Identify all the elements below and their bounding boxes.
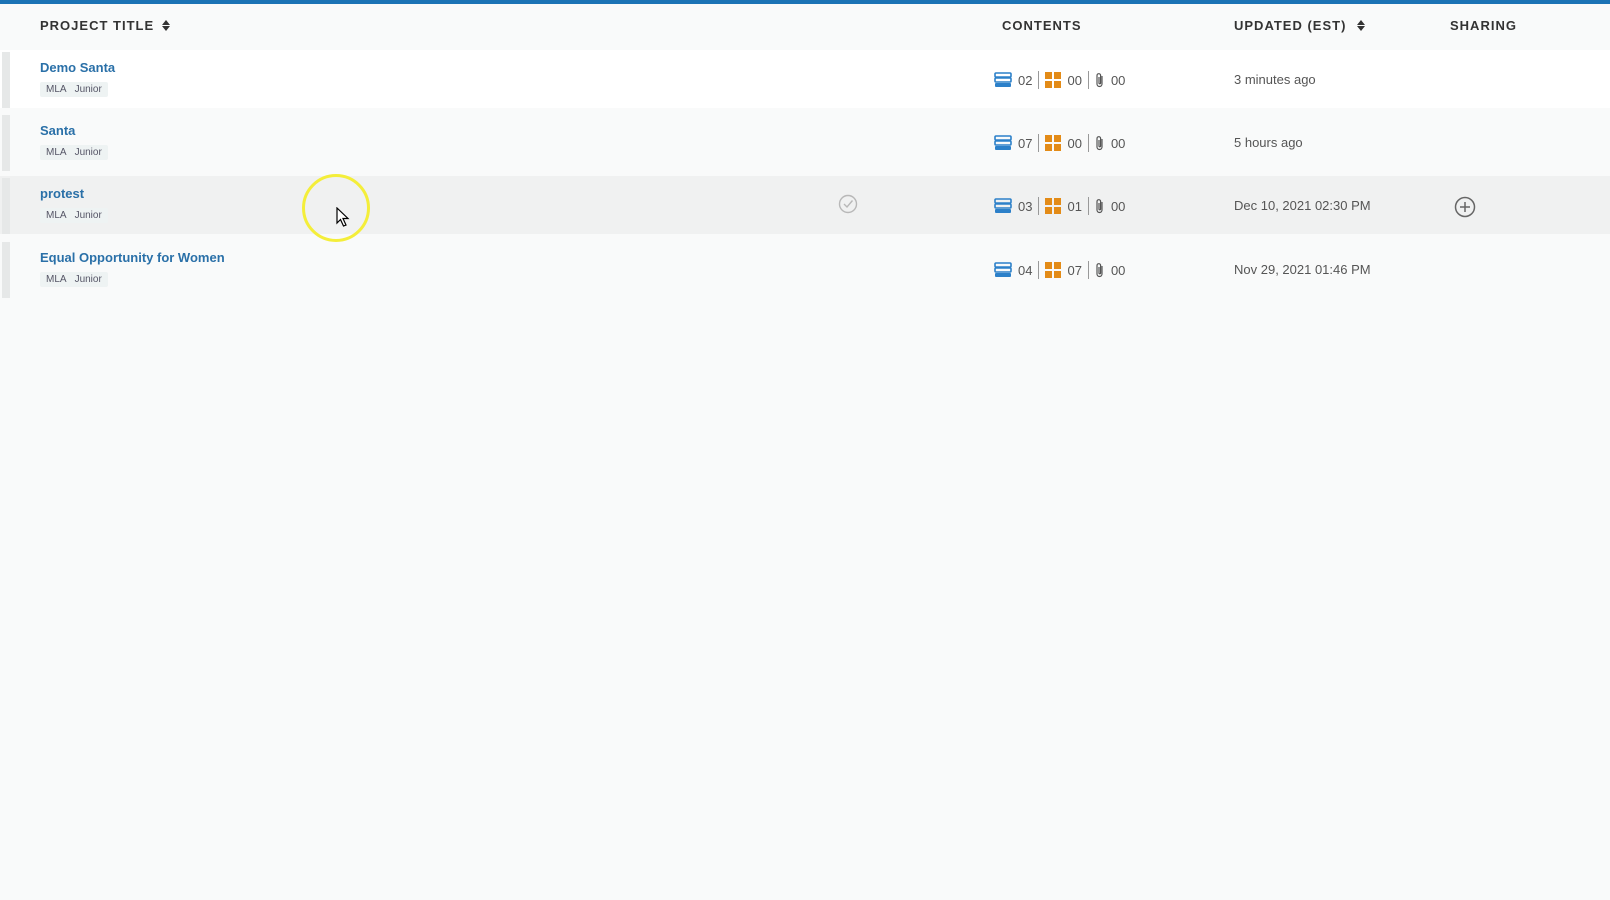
sources-count: 04 — [1018, 262, 1033, 278]
column-header-sharing: SHARING — [1450, 18, 1517, 33]
divider — [1087, 261, 1089, 279]
check-circle-icon[interactable] — [838, 194, 858, 214]
add-circle-icon[interactable] — [1454, 196, 1476, 218]
divider — [1087, 71, 1089, 89]
table-row[interactable]: Equal Opportunity for Women MLA Junior 0… — [0, 240, 1610, 298]
project-contents: 03 01 00 — [994, 196, 1125, 216]
attachments-count: 00 — [1110, 262, 1126, 278]
column-header-updated[interactable]: UPDATED (EST) — [1234, 18, 1346, 33]
tag-level: Junior — [74, 274, 102, 285]
tag-style: MLA — [46, 274, 67, 285]
row-handle[interactable] — [2, 242, 10, 298]
tag-style: MLA — [46, 147, 67, 158]
sources-count: 07 — [1018, 135, 1033, 151]
row-handle[interactable] — [2, 115, 10, 171]
project-contents: 04 07 00 — [994, 260, 1125, 280]
table-row[interactable]: protest MLA Junior 03 01 00 Dec 10, 2021… — [0, 176, 1610, 234]
sort-icon[interactable] — [1357, 20, 1365, 34]
notes-count: 07 — [1067, 262, 1082, 278]
paperclip-icon — [1096, 73, 1103, 88]
table-header: PROJECT TITLE CONTENTS UPDATED (EST) SHA… — [0, 4, 1610, 48]
project-title-link[interactable]: Santa — [40, 123, 75, 138]
grid-icon — [1045, 198, 1062, 214]
grid-icon — [1045, 72, 1062, 88]
paperclip-icon — [1096, 263, 1103, 278]
attachments-count: 00 — [1110, 135, 1126, 151]
paperclip-icon — [1096, 136, 1103, 151]
table-row[interactable]: Santa MLA Junior 07 00 00 5 hours ago — [0, 113, 1610, 171]
attachments-count: 00 — [1110, 72, 1126, 88]
stack-icon — [994, 262, 1012, 277]
notes-count: 01 — [1067, 198, 1082, 214]
cursor-arrow-icon — [336, 207, 350, 227]
notes-count: 00 — [1067, 72, 1082, 88]
tag-level: Junior — [74, 84, 102, 95]
sources-count: 02 — [1018, 72, 1033, 88]
notes-count: 00 — [1067, 135, 1082, 151]
project-title-link[interactable]: Equal Opportunity for Women — [40, 250, 225, 265]
stack-icon — [994, 198, 1012, 213]
project-tags: MLA Junior — [40, 145, 108, 160]
attachments-count: 00 — [1110, 198, 1126, 214]
column-header-contents: CONTENTS — [1002, 18, 1082, 33]
tag-level: Junior — [74, 147, 102, 158]
tag-level: Junior — [74, 210, 102, 221]
tag-style: MLA — [46, 84, 67, 95]
paperclip-icon — [1096, 199, 1103, 214]
stack-icon — [994, 72, 1012, 87]
updated-timestamp: 5 hours ago — [1234, 135, 1303, 150]
updated-timestamp: 3 minutes ago — [1234, 72, 1316, 87]
tag-style: MLA — [46, 210, 67, 221]
project-contents: 07 00 00 — [994, 133, 1125, 153]
project-tags: MLA Junior — [40, 82, 108, 97]
column-header-project-title[interactable]: PROJECT TITLE — [40, 18, 154, 33]
row-handle[interactable] — [2, 52, 10, 108]
updated-timestamp: Dec 10, 2021 02:30 PM — [1234, 198, 1371, 213]
divider — [1038, 197, 1040, 215]
divider — [1038, 71, 1040, 89]
divider — [1038, 134, 1040, 152]
updated-timestamp: Nov 29, 2021 01:46 PM — [1234, 262, 1371, 277]
project-tags: MLA Junior — [40, 272, 108, 287]
project-contents: 02 00 00 — [994, 70, 1125, 90]
grid-icon — [1045, 135, 1062, 151]
table-row[interactable]: Demo Santa MLA Junior 02 00 00 3 minutes… — [0, 50, 1610, 108]
sources-count: 03 — [1018, 198, 1033, 214]
stack-icon — [994, 135, 1012, 150]
grid-icon — [1045, 262, 1062, 278]
divider — [1087, 134, 1089, 152]
sort-icon[interactable] — [162, 20, 170, 34]
project-tags: MLA Junior — [40, 208, 108, 223]
row-handle[interactable] — [2, 178, 10, 234]
divider — [1038, 261, 1040, 279]
project-title-link[interactable]: Demo Santa — [40, 60, 115, 75]
project-title-link[interactable]: protest — [40, 186, 84, 201]
divider — [1087, 197, 1089, 215]
